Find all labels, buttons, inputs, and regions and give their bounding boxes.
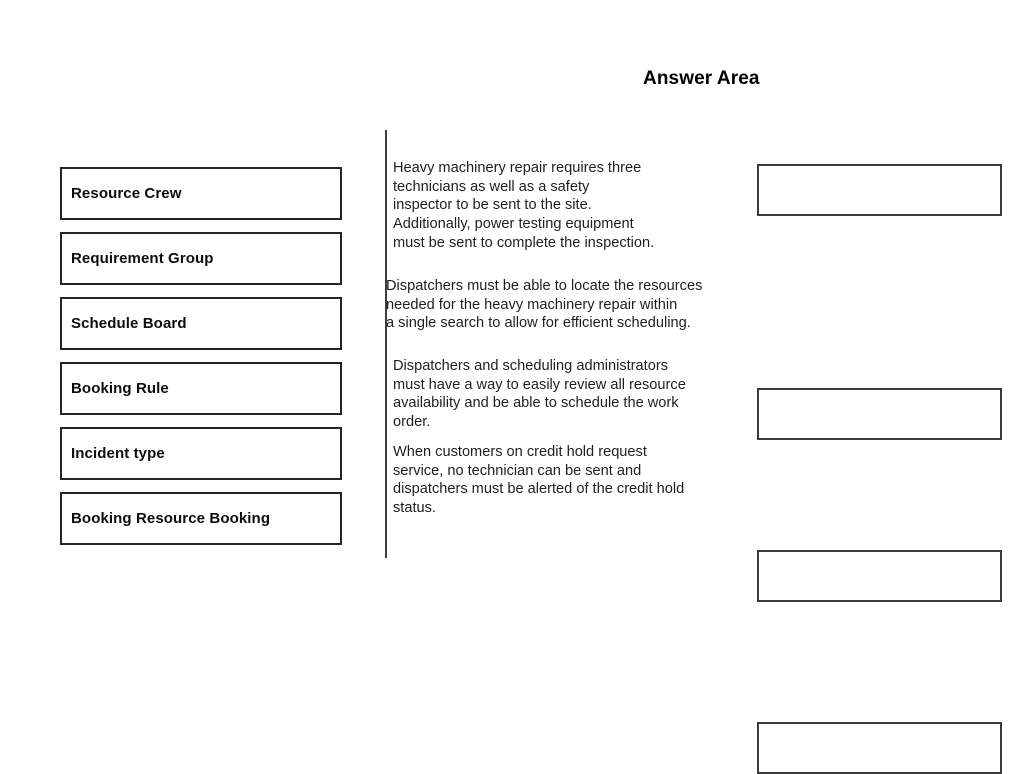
- answer-drop-box[interactable]: [757, 164, 1002, 216]
- answer-drop-box[interactable]: [757, 722, 1002, 774]
- option-label: Incident type: [71, 444, 165, 462]
- option-label: Requirement Group: [71, 249, 214, 267]
- option-box[interactable]: Incident type: [60, 427, 342, 480]
- statement-row: Heavy machinery repair requires three te…: [386, 158, 1006, 276]
- option-box[interactable]: Resource Crew: [60, 167, 342, 220]
- option-box[interactable]: Requirement Group: [60, 232, 342, 285]
- statement-text: When customers on credit hold request se…: [393, 444, 685, 517]
- statement-row: When customers on credit hold request se…: [386, 442, 1006, 774]
- statement-text: Dispatchers must be able to locate the r…: [386, 278, 703, 332]
- answer-area-title: Answer Area: [643, 68, 760, 89]
- options-column: Resource Crew Requirement Group Schedule B…: [60, 167, 342, 557]
- statement-text: Heavy machinery repair requires three te…: [393, 160, 655, 251]
- option-label: Booking Rule: [71, 379, 169, 397]
- option-label: Booking Resource Booking: [71, 509, 271, 527]
- statement-row: Dispatchers and scheduling administrator…: [386, 356, 1006, 602]
- option-box[interactable]: Booking Resource Booking: [60, 492, 342, 545]
- option-box[interactable]: Booking Rule: [60, 362, 342, 415]
- option-box[interactable]: Schedule Board: [60, 297, 342, 350]
- option-label: Schedule Board: [71, 314, 187, 332]
- statement-row: Dispatchers must be able to locate the r…: [386, 276, 1006, 440]
- answer-drop-box[interactable]: [757, 550, 1002, 602]
- statement-text: Dispatchers and scheduling administrator…: [393, 358, 686, 431]
- option-label: Resource Crew: [71, 184, 182, 202]
